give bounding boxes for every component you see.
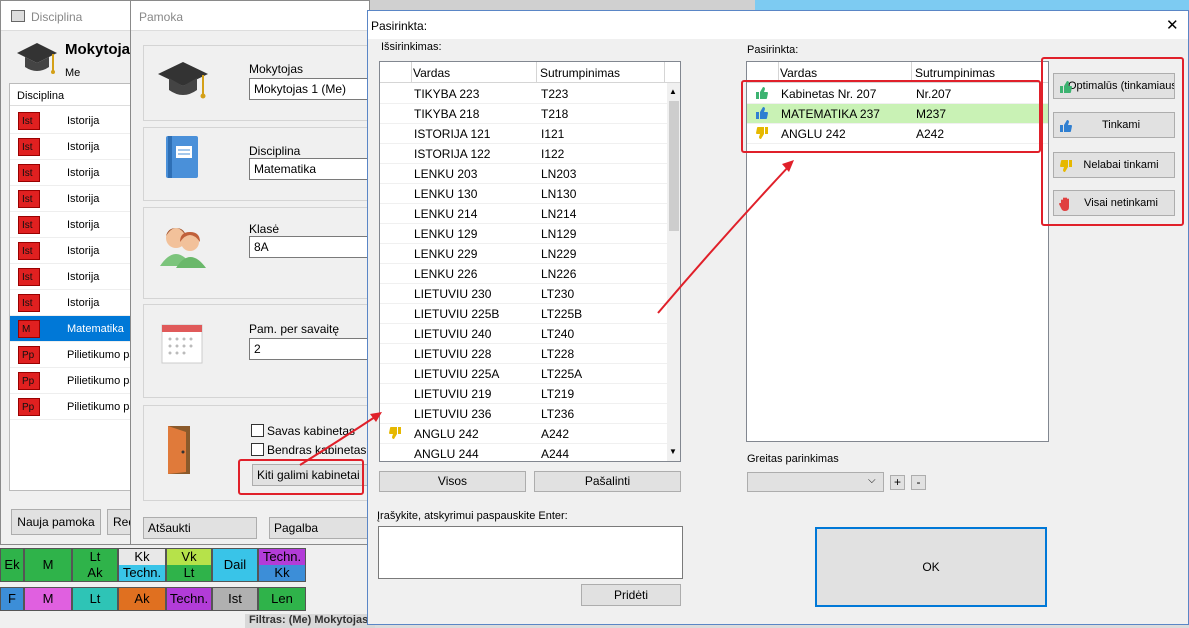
arrow-to-list bbox=[299, 414, 379, 466]
arrowhead bbox=[370, 412, 382, 422]
arrow-to-selected bbox=[657, 164, 791, 314]
annotation-arrows bbox=[299, 160, 794, 466]
